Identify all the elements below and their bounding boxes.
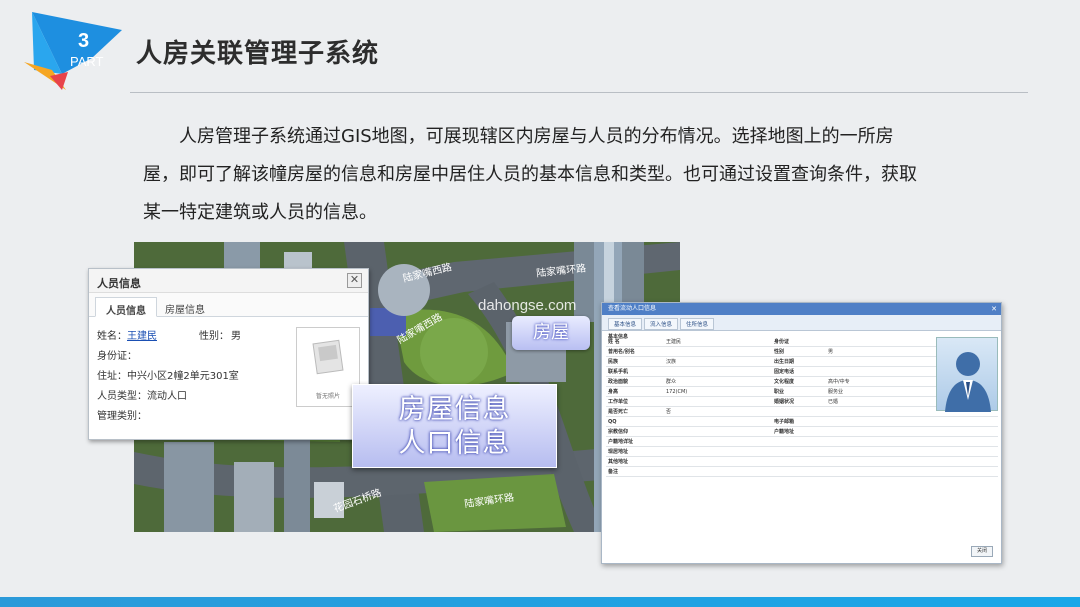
population-window-titlebar: 查看流动人口信息 ✕ <box>602 303 1001 315</box>
tab-basic-info[interactable]: 基本信息 <box>608 318 643 330</box>
info-label: 房屋信息 人口信息 <box>352 384 557 468</box>
gender-value: 男 <box>231 331 241 342</box>
person-name-row: 姓名：王建民 性别：男 <box>97 327 287 347</box>
field-label: 姓 名 <box>608 339 620 345</box>
section-badge: 3 PART <box>22 10 132 100</box>
intro-paragraph: 人房管理子系统通过GIS地图，可展现辖区内房屋与人员的分布情况。选择地图上的一所… <box>143 126 917 223</box>
field-value: 否 <box>666 409 672 415</box>
tab-person-info[interactable]: 人员信息 <box>95 297 157 317</box>
tab-house-info[interactable]: 房屋信息 <box>155 297 215 317</box>
person-details: 姓名：王建民 性别：男 身份证： 住址：中兴小区2幢2单元301室 人员类型：流… <box>97 327 287 427</box>
field-value: 汉族 <box>666 359 677 365</box>
close-icon[interactable]: ✕ <box>347 273 362 288</box>
address-label: 住址： <box>97 371 127 382</box>
field-value: 群众 <box>666 379 677 385</box>
table-row: 其他地址 <box>606 457 998 467</box>
table-row: 宗教信仰 户籍地址 <box>606 427 998 437</box>
section-word: PART <box>70 54 104 69</box>
field-label: QQ <box>608 419 617 425</box>
field-label: 联系手机 <box>608 369 629 375</box>
population-detail-window: 查看流动人口信息 ✕ 基本信息 流入信息 住所信息 基本信息 姓 名 王建民 身份证… <box>601 302 1002 564</box>
info-label-line1: 房屋信息 <box>398 394 511 425</box>
field-label: 曾用名/别名 <box>608 349 635 355</box>
field-label: 文化程度 <box>774 379 795 385</box>
photo-placeholder: 暂无照片 <box>296 327 360 407</box>
field-label: 备注 <box>608 469 619 475</box>
field-label: 宗教信仰 <box>608 429 629 435</box>
section-number: 3 <box>78 30 90 52</box>
person-type-row: 人员类型：流动人口 <box>97 387 287 407</box>
field-label: 职业 <box>774 389 785 395</box>
close-button[interactable]: 关闭 <box>971 546 993 557</box>
person-info-popup: 人员信息 ✕ 人员信息 房屋信息 姓名：王建民 性别：男 身份证： 住址：中兴小… <box>88 268 369 440</box>
house-bubble: 房屋 <box>512 316 590 350</box>
field-value: 男 <box>828 349 834 355</box>
field-value: 已婚 <box>828 399 839 405</box>
photo-caption: 暂无照片 <box>315 393 340 400</box>
field-label: 出生日期 <box>774 359 795 365</box>
field-label: 户籍地址 <box>774 429 795 435</box>
person-popup-tabs: 人员信息 房屋信息 <box>89 293 368 317</box>
table-row: QQ 电子邮箱 <box>606 417 998 427</box>
field-label: 身高 <box>608 389 619 395</box>
category-label: 管理类别： <box>97 411 147 422</box>
field-value: 高中/中专 <box>828 379 850 385</box>
id-label: 身份证： <box>97 351 137 362</box>
watermark: dahongse.com <box>478 297 577 314</box>
field-value: 172(CM) <box>666 389 688 395</box>
field-value: 王建民 <box>666 339 682 345</box>
table-row: 户籍地详址 <box>606 437 998 447</box>
field-label: 民族 <box>608 359 619 365</box>
tab-inflow-info[interactable]: 流入信息 <box>644 318 679 330</box>
person-popup-title: 人员信息 <box>97 277 141 290</box>
field-value: 服务业 <box>828 389 844 395</box>
field-label: 性别 <box>774 349 785 355</box>
id-row: 身份证： <box>97 347 287 367</box>
name-link[interactable]: 王建民 <box>127 331 157 342</box>
field-label: 电子邮箱 <box>774 419 795 425</box>
tab-residence-info[interactable]: 住所信息 <box>680 318 715 330</box>
person-popup-titlebar: 人员信息 ✕ <box>89 269 368 293</box>
type-label: 人员类型： <box>97 391 147 402</box>
field-label: 婚姻状况 <box>774 399 795 405</box>
address-value: 中兴小区2幢2单元301室 <box>127 371 239 382</box>
person-avatar-icon <box>945 352 991 412</box>
field-label: 工作单位 <box>608 399 629 405</box>
population-window-tabs: 基本信息 流入信息 住所信息 <box>602 315 1001 331</box>
table-row: 现居地址 <box>606 447 998 457</box>
photo-icon <box>312 339 344 375</box>
type-value: 流动人口 <box>147 391 187 402</box>
table-row: 备注 <box>606 467 998 477</box>
field-label: 是否死亡 <box>608 409 629 415</box>
field-label: 现居地址 <box>608 449 629 455</box>
field-label: 户籍地详址 <box>608 439 634 445</box>
person-photo <box>936 337 998 412</box>
page-title: 人房关联管理子系统 <box>136 39 380 69</box>
address-row: 住址：中兴小区2幢2单元301室 <box>97 367 287 387</box>
population-window-title: 查看流动人口信息 <box>608 305 657 312</box>
category-row: 管理类别： <box>97 407 287 427</box>
field-label: 身份证 <box>774 339 790 345</box>
name-label: 姓名： <box>97 331 127 342</box>
field-label: 固定电话 <box>774 369 795 375</box>
field-label: 政治面貌 <box>608 379 629 385</box>
gender-label: 性别： <box>199 331 229 342</box>
bottom-accent-bar <box>0 597 1080 607</box>
title-divider <box>130 92 1028 93</box>
info-label-line2: 人口信息 <box>398 428 511 459</box>
close-icon[interactable]: ✕ <box>991 303 997 315</box>
field-label: 其他地址 <box>608 459 629 465</box>
